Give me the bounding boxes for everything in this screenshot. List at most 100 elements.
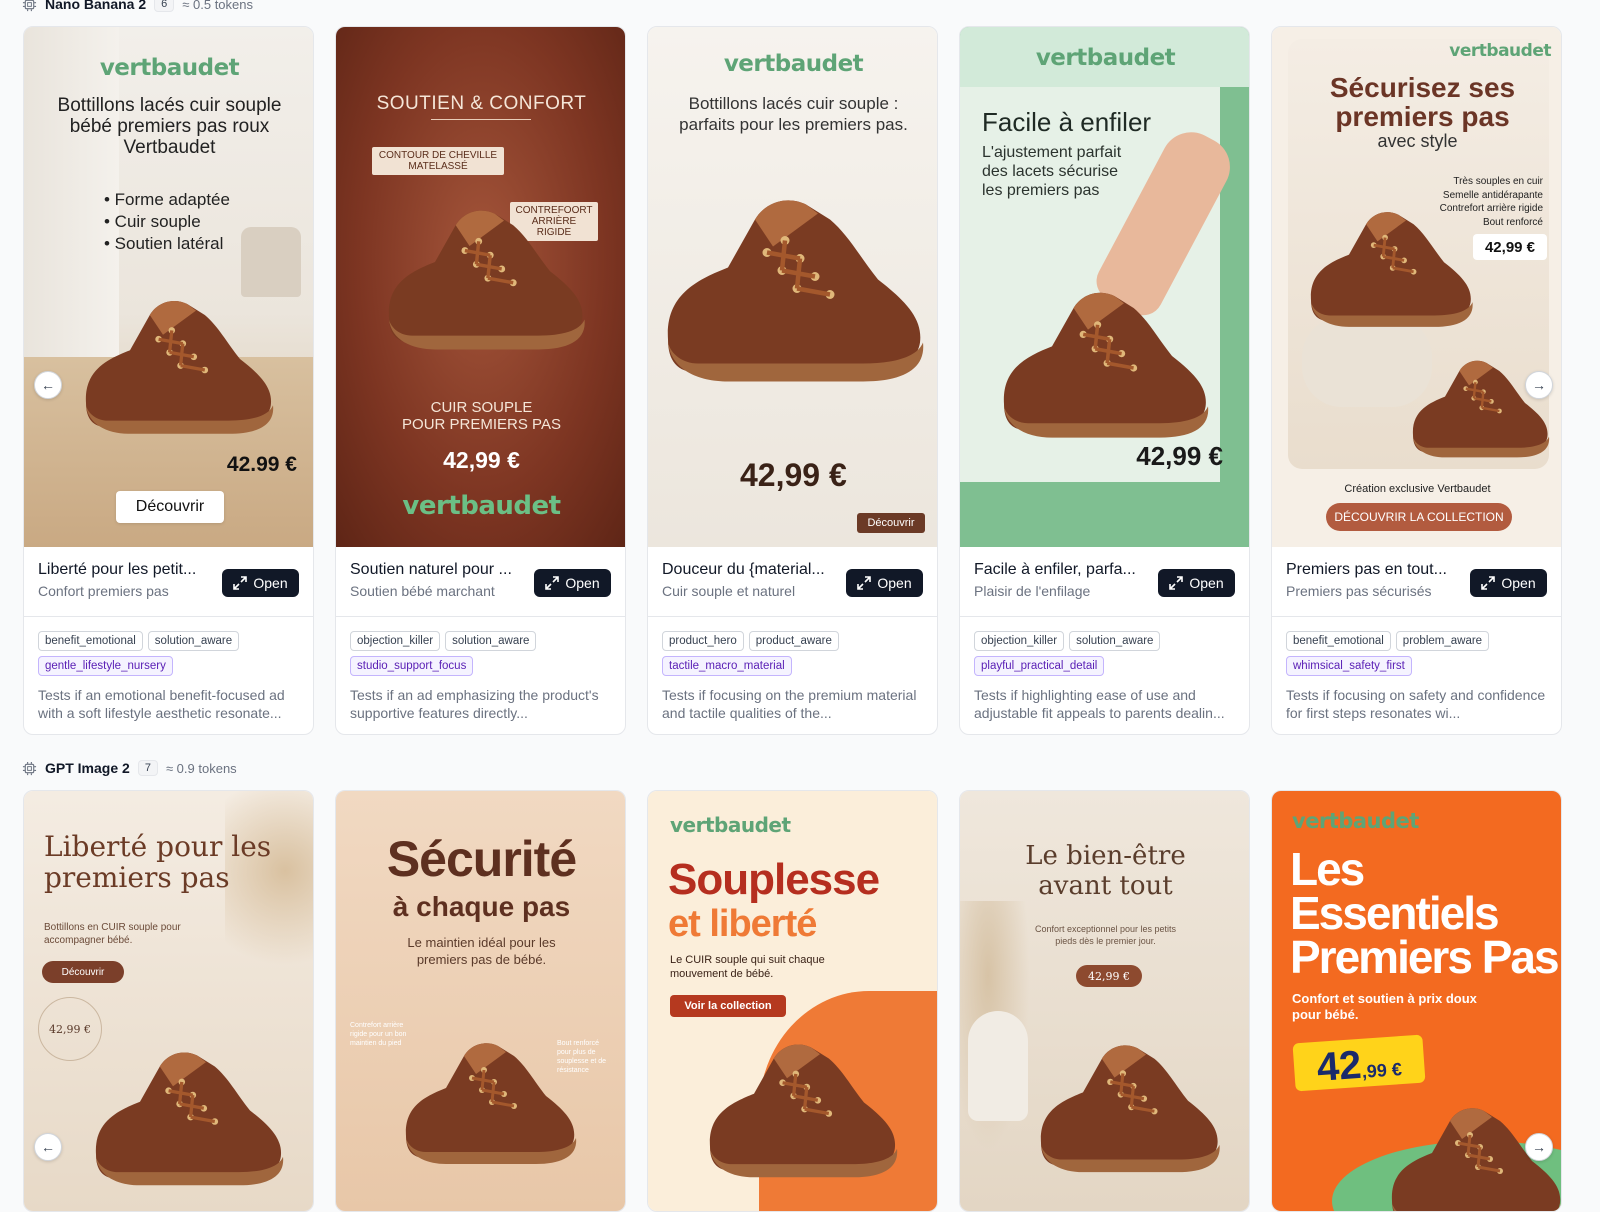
open-label: Open [877, 575, 912, 591]
ad-card[interactable]: vertbaudet Bottillons lacés cuir souple … [647, 26, 938, 735]
brand-logo: vertbaudet [1035, 45, 1176, 71]
ad-creative[interactable]: vertbaudet Souplesse et liberté Le CUIR … [648, 791, 937, 1211]
ad-headline: Facile à enfiler [982, 107, 1152, 137]
ad-creative[interactable]: SOUTIEN & CONFORT CONTOUR DE CHEVILLE MA… [336, 27, 625, 547]
ad-creative[interactable]: vertbaudet Bottillons lacés cuir souple … [24, 27, 313, 547]
tag: solution_aware [147, 631, 240, 651]
ad-card[interactable]: vertbaudet Sécurisez ses premiers pas av… [1271, 26, 1562, 735]
open-button[interactable]: Open [846, 569, 923, 597]
ad-headline: Sécurisez ses premiers pas [1329, 72, 1516, 132]
decouvrir-button[interactable]: Découvrir [42, 961, 124, 983]
card-info: Soutien naturel pour ... Soutien bébé ma… [336, 547, 625, 617]
card-description: Tests if focusing on the premium materia… [662, 687, 917, 721]
tag: objection_killer [974, 631, 1065, 651]
ad-line: CUIR SOUPLE POUR PREMIERS PAS [336, 399, 625, 433]
tag: whimsical_safety_first [1286, 656, 1412, 676]
ad-footer: Création exclusive Vertbaudet [1344, 483, 1491, 495]
brand-logo: vertbaudet [402, 491, 561, 521]
ad-subheadline: avec style [1377, 131, 1458, 151]
shoe-image [1292, 192, 1482, 342]
ad-creative[interactable]: Le bien-être avant tout Confort exceptio… [960, 791, 1249, 1211]
open-label: Open [1501, 575, 1536, 591]
open-label: Open [1189, 575, 1224, 591]
ad-card[interactable]: SOUTIEN & CONFORT CONTOUR DE CHEVILLE MA… [335, 26, 626, 735]
ad-creative[interactable]: Liberté pour les premiers pas Bottillons… [24, 791, 313, 1211]
ad-price: 42,99 € [740, 457, 847, 493]
tag: gentle_lifestyle_nursery [38, 656, 173, 676]
ad-card[interactable]: vertbaudet Facile à enfiler L'ajustement… [959, 26, 1250, 735]
arrow-left-icon: ← [41, 1139, 55, 1155]
model-name: Nano Banana 2 [45, 0, 147, 12]
shoe-image [688, 1023, 908, 1193]
ad-card[interactable]: Liberté pour les premiers pas Bottillons… [23, 790, 314, 1212]
ad-card[interactable]: Le bien-être avant tout Confort exceptio… [959, 790, 1250, 1212]
ad-body: Confort exceptionnel pour les petits pie… [1034, 924, 1177, 946]
ad-headline: SOUTIEN & CONFORT [376, 93, 587, 114]
expand-icon [233, 576, 247, 590]
tag-list: objection_killer solution_aware playful_… [960, 617, 1240, 676]
carousel-prev-button[interactable]: ← [34, 1133, 62, 1161]
tag: solution_aware [445, 631, 537, 651]
tag-list: product_hero product_aware tactile_macro… [648, 617, 928, 676]
carousel-prev-button[interactable]: ← [34, 371, 62, 399]
shoe-image [1392, 347, 1562, 467]
carousel-next-button[interactable]: → [1525, 371, 1553, 399]
model-name: GPT Image 2 [45, 760, 130, 776]
bullet: • Soutien latéral [104, 234, 224, 253]
expand-icon [1481, 576, 1495, 590]
card-description: Tests if an ad emphasizing the product's… [350, 687, 599, 721]
ad-row-nano-banana: vertbaudet Bottillons lacés cuir souple … [23, 26, 1562, 735]
ad-body: L'ajustement parfait des lacets sécurise… [982, 144, 1122, 199]
ad-creative[interactable]: vertbaudet Bottillons lacés cuir souple … [648, 27, 937, 547]
collection-button[interactable]: Voir la collection [670, 995, 786, 1017]
ad-body: Confort et soutien à prix doux pour bébé… [1292, 991, 1477, 1022]
section-header-nano-banana: Nano Banana 2 6 ≈ 0.5 tokens [22, 0, 253, 12]
card-description: Tests if an emotional benefit-focused ad… [38, 687, 285, 721]
tag: product_hero [662, 631, 744, 651]
token-count: ≈ 0.5 tokens [182, 0, 253, 12]
card-info: Liberté pour les petit... Confort premie… [24, 547, 313, 617]
shoe-image [64, 282, 284, 447]
tag: studio_support_focus [350, 656, 474, 676]
ad-body: Bottillons en CUIR souple pour accompagn… [44, 922, 181, 946]
ad-card[interactable]: Sécurité à chaque pas Le maintien idéal … [335, 790, 626, 1212]
ad-row-gpt-image: Liberté pour les premiers pas Bottillons… [23, 790, 1562, 1212]
decouvrir-button[interactable]: Découvrir [857, 513, 925, 533]
ad-creative[interactable]: Sécurité à chaque pas Le maintien idéal … [336, 791, 625, 1211]
collection-button[interactable]: DÉCOUVRIR LA COLLECTION [1326, 503, 1512, 531]
ad-card[interactable]: vertbaudet Bottillons lacés cuir souple … [23, 26, 314, 735]
tag-list: benefit_emotional solution_aware gentle_… [24, 617, 304, 676]
tag: playful_practical_detail [974, 656, 1105, 676]
brand-logo: vertbaudet [1449, 41, 1551, 61]
ad-creative[interactable]: vertbaudet Facile à enfiler L'ajustement… [960, 27, 1249, 547]
card-title: Douceur du {material... [662, 561, 825, 578]
tag: objection_killer [350, 631, 441, 651]
ad-headline: Les Essentiels Premiers Pas [1290, 843, 1560, 983]
open-button[interactable]: Open [534, 569, 611, 597]
ad-creative[interactable]: vertbaudet Sécurisez ses premiers pas av… [1272, 27, 1562, 547]
price-tag: 42 ,99 € [1292, 1034, 1426, 1092]
card-description: Tests if highlighting ease of use and ad… [974, 687, 1225, 721]
tag: solution_aware [1069, 631, 1161, 651]
carousel-next-button[interactable]: → [1525, 1133, 1553, 1161]
cpu-icon [22, 761, 37, 776]
open-label: Open [565, 575, 600, 591]
open-button[interactable]: Open [1470, 569, 1547, 597]
price-cents: ,99 € [1361, 1059, 1403, 1082]
tag-list: benefit_emotional problem_aware whimsica… [1272, 617, 1552, 676]
decouvrir-button[interactable]: Découvrir [116, 491, 224, 523]
card-info: Premiers pas en tout... Premiers pas séc… [1272, 547, 1561, 617]
arrow-right-icon: → [1532, 377, 1546, 393]
ad-creative[interactable]: vertbaudet Les Essentiels Premiers Pas C… [1272, 791, 1561, 1211]
open-button[interactable]: Open [1158, 569, 1235, 597]
ad-price: 42,99 € [1473, 234, 1547, 260]
section-header-gpt-image: GPT Image 2 7 ≈ 0.9 tokens [22, 760, 237, 776]
ad-card[interactable]: vertbaudet Souplesse et liberté Le CUIR … [647, 790, 938, 1212]
line-text: CUIR SOUPLE [430, 399, 533, 416]
ad-card[interactable]: vertbaudet Les Essentiels Premiers Pas C… [1271, 790, 1562, 1212]
brand-logo: vertbaudet [723, 51, 864, 77]
open-button[interactable]: Open [222, 569, 299, 597]
bullet: • Forme adaptée [104, 190, 230, 209]
ad-headline: Sécurité [386, 831, 577, 887]
card-info: Douceur du {material... Cuir souple et n… [648, 547, 937, 617]
